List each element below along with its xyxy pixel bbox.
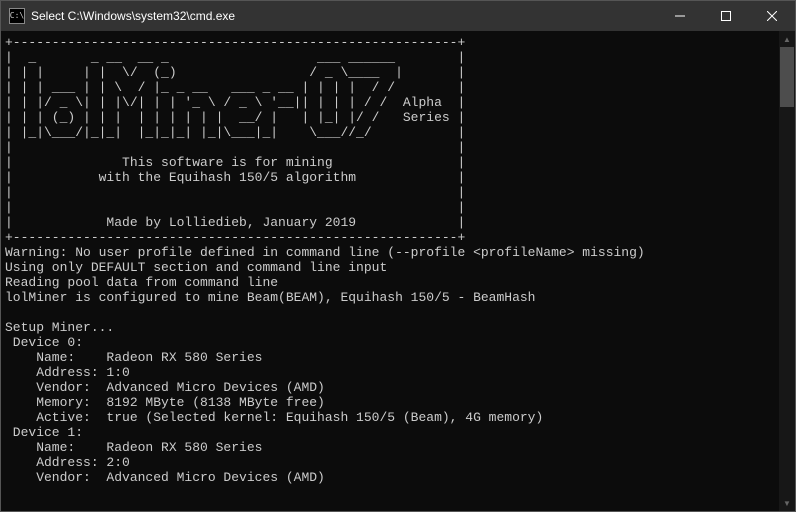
scroll-up-arrow-icon[interactable]: ▲ [779, 31, 795, 47]
device-name: Name: Radeon RX 580 Series [5, 440, 262, 455]
setup-line: Setup Miner... [5, 320, 114, 335]
minimize-button[interactable] [657, 1, 703, 31]
device-name: Name: Radeon RX 580 Series [5, 350, 262, 365]
warning-line: Warning: No user profile defined in comm… [5, 245, 645, 260]
device-vendor: Vendor: Advanced Micro Devices (AMD) [5, 380, 325, 395]
configured-line: lolMiner is configured to mine Beam(BEAM… [5, 290, 536, 305]
device-address: Address: 2:0 [5, 455, 130, 470]
maximize-button[interactable] [703, 1, 749, 31]
console-area: +---------------------------------------… [1, 31, 795, 511]
device-memory: Memory: 8192 MByte (8138 MByte free) [5, 395, 325, 410]
window-title: Select C:\Windows\system32\cmd.exe [31, 9, 657, 23]
close-button[interactable] [749, 1, 795, 31]
vertical-scrollbar[interactable]: ▲ ▼ [779, 31, 795, 511]
device-active: Active: true (Selected kernel: Equihash … [5, 410, 543, 425]
minimize-icon [675, 11, 685, 21]
device-header: Device 1: [5, 425, 83, 440]
close-icon [767, 11, 777, 21]
window-controls [657, 1, 795, 31]
maximize-icon [721, 11, 731, 21]
console-output[interactable]: +---------------------------------------… [1, 31, 779, 511]
reading-pool-line: Reading pool data from command line [5, 275, 278, 290]
ascii-banner: +---------------------------------------… [5, 35, 465, 245]
default-section-line: Using only DEFAULT section and command l… [5, 260, 387, 275]
cmd-icon: C:\ [9, 8, 25, 24]
window-titlebar: C:\ Select C:\Windows\system32\cmd.exe [1, 1, 795, 31]
scrollbar-thumb[interactable] [780, 47, 794, 107]
device-vendor: Vendor: Advanced Micro Devices (AMD) [5, 470, 325, 485]
device-header: Device 0: [5, 335, 83, 350]
device-address: Address: 1:0 [5, 365, 130, 380]
scroll-down-arrow-icon[interactable]: ▼ [779, 495, 795, 511]
